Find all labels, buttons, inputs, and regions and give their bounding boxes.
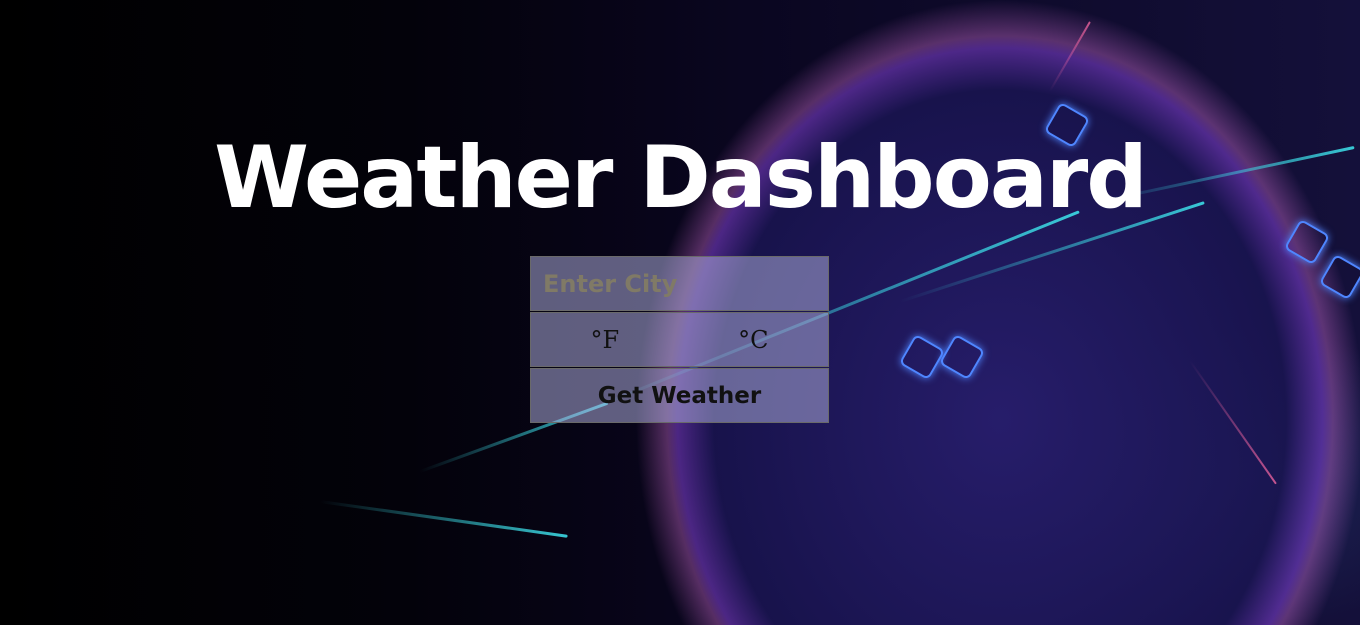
city-input[interactable] — [530, 256, 829, 311]
unit-fahrenheit[interactable]: °F — [590, 326, 619, 354]
page-title: Weather Dashboard — [214, 128, 1148, 228]
weather-form: °F °C Get Weather — [530, 256, 829, 424]
unit-toggle[interactable]: °F °C — [530, 312, 829, 367]
unit-celsius[interactable]: °C — [738, 326, 768, 354]
unit-switch[interactable] — [679, 313, 681, 366]
get-weather-button[interactable]: Get Weather — [530, 368, 829, 423]
